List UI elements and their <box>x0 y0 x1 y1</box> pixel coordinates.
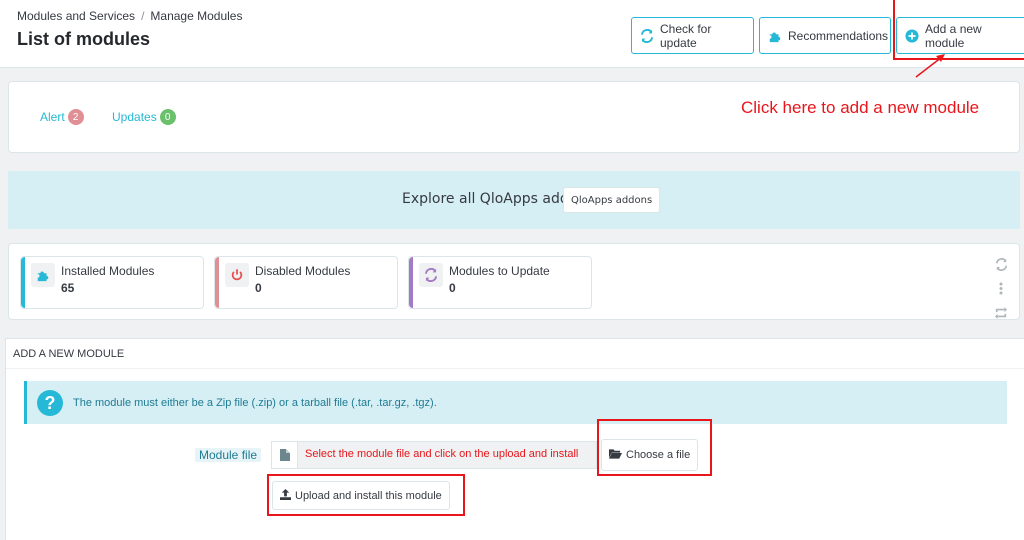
stat-value: 0 <box>449 281 456 295</box>
add-module-heading: ADD A NEW MODULE <box>6 339 1024 369</box>
card-accent-bar <box>215 257 219 308</box>
alert-count-badge: 2 <box>67 109 84 125</box>
recommendations-label: Recommendations <box>788 28 889 43</box>
stats-toolbar <box>993 258 1009 324</box>
stat-label: Disabled Modules <box>255 264 351 278</box>
updates-count-badge: 0 <box>159 109 176 125</box>
module-file-instruction: Select the module file and click on the … <box>305 448 579 460</box>
repeat-icon[interactable] <box>994 306 1008 324</box>
stat-label: Installed Modules <box>61 264 155 278</box>
breadcrumb-separator: / <box>141 9 145 23</box>
breadcrumb-item-manage-modules[interactable]: Manage Modules <box>150 9 242 23</box>
more-vertical-icon[interactable] <box>999 282 1003 300</box>
qloapps-addons-button[interactable]: QloApps addons <box>563 187 661 213</box>
add-new-module-panel: ADD A NEW MODULE ? The module must eithe… <box>5 338 1024 540</box>
module-file-input[interactable]: Select the module file and click on the … <box>271 441 597 469</box>
addons-banner: Explore all QloApps addons QloApps addon… <box>8 171 1020 229</box>
annotation-arrow-icon <box>915 54 945 78</box>
alert-filter-label: Alert <box>40 110 65 124</box>
check-for-update-button[interactable]: Check for update <box>631 17 754 54</box>
annotation-text: Click here to add a new module <box>741 98 980 117</box>
page-header: Modules and Services / Manage Modules List… <box>0 0 1024 68</box>
stat-value: 0 <box>255 281 262 295</box>
upload-button-highlight-box <box>267 474 465 516</box>
stat-value: 65 <box>61 281 75 295</box>
module-file-label: Module file <box>195 448 262 462</box>
refresh-icon <box>640 28 654 43</box>
question-circle-icon: ? <box>37 390 63 416</box>
add-module-highlight-box <box>893 0 1024 60</box>
refresh-icon[interactable] <box>995 258 1008 276</box>
breadcrumb-item-modules-services[interactable]: Modules and Services <box>17 9 135 23</box>
file-format-info-alert: ? The module must either be a Zip file (… <box>24 381 1007 424</box>
recommendations-button[interactable]: Recommendations <box>759 17 891 54</box>
card-accent-bar <box>21 257 25 308</box>
file-icon <box>272 442 298 468</box>
updates-filter-label: Updates <box>112 110 157 124</box>
puzzle-icon <box>768 29 782 43</box>
check-for-update-label: Check for update <box>660 21 712 50</box>
modules-to-update-card: Modules to Update 0 <box>408 256 592 309</box>
choose-file-highlight-box <box>597 419 712 476</box>
info-text: The module must either be a Zip file (.z… <box>73 397 437 409</box>
page-title: List of modules <box>17 29 151 49</box>
breadcrumb: Modules and Services / Manage Modules <box>17 9 242 23</box>
installed-modules-card: Installed Modules 65 <box>20 256 204 309</box>
stat-label: Modules to Update <box>449 264 550 278</box>
updates-filter-link[interactable]: Updates 0 <box>112 109 176 125</box>
puzzle-icon <box>31 263 55 287</box>
card-accent-bar <box>409 257 413 308</box>
disabled-modules-card: Disabled Modules 0 <box>214 256 398 309</box>
alert-filter-link[interactable]: Alert 2 <box>40 109 84 125</box>
power-icon <box>225 263 249 287</box>
refresh-icon <box>419 263 443 287</box>
